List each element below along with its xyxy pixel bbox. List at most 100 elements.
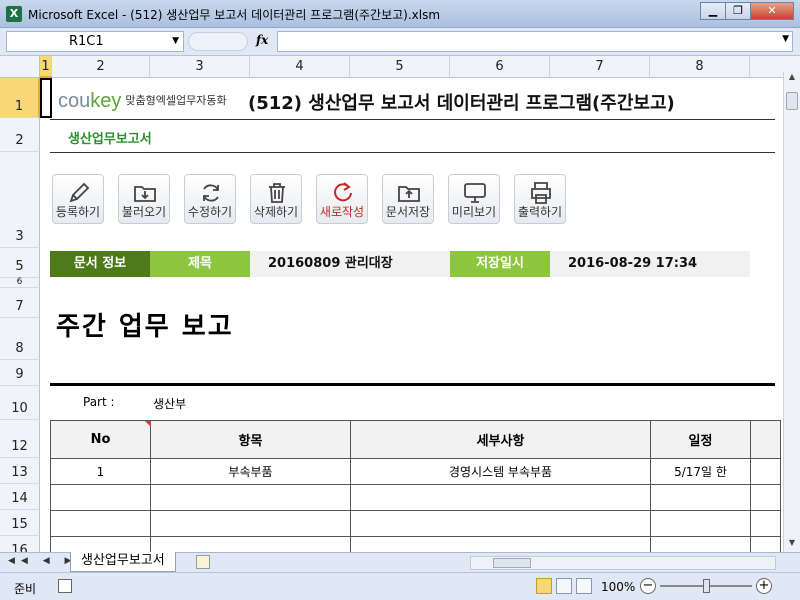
register-button[interactable]: 등록하기 bbox=[52, 174, 104, 224]
cell-no[interactable] bbox=[50, 510, 151, 537]
part-value[interactable]: 생산부 bbox=[153, 395, 186, 412]
delete-button[interactable]: 삭제하기 bbox=[250, 174, 302, 224]
cell-no[interactable] bbox=[50, 536, 151, 552]
close-button[interactable]: ✕ bbox=[750, 2, 794, 20]
page-layout-view-button[interactable] bbox=[556, 578, 572, 594]
row-header[interactable]: 15 bbox=[0, 510, 40, 536]
column-header[interactable]: 4 bbox=[250, 56, 350, 78]
header-item[interactable]: 항목 bbox=[150, 420, 351, 459]
chevron-down-icon[interactable]: ▼ bbox=[172, 32, 179, 51]
cell-no[interactable]: 1 bbox=[50, 458, 151, 485]
maximize-button[interactable]: ❐ bbox=[725, 2, 751, 20]
new-document-label: 새로작성 bbox=[319, 205, 365, 219]
row-header[interactable]: 6 bbox=[0, 277, 40, 288]
saved-at-value[interactable]: 2016-08-29 17:34 bbox=[568, 251, 748, 277]
sheet-tab-active[interactable]: 생산업무보고서 bbox=[70, 552, 176, 572]
print-button[interactable]: 출력하기 bbox=[514, 174, 566, 224]
row-header[interactable]: 7 bbox=[0, 288, 40, 318]
column-header[interactable]: 5 bbox=[350, 56, 450, 78]
macro-toolbar: 등록하기 불러오기 수정하기 삭제하기 새로작성 문서저장 미리보기 출력하기 bbox=[52, 174, 580, 224]
divider bbox=[50, 152, 775, 153]
preview-button[interactable]: 미리보기 bbox=[448, 174, 500, 224]
cell-extra[interactable] bbox=[750, 484, 781, 511]
worksheet-grid[interactable]: 1 2 3 4 5 6 7 8 1 2 3 5 6 7 8 9 10 12 13… bbox=[0, 56, 800, 552]
cell-item[interactable]: 부속부품 bbox=[150, 458, 351, 485]
cell-no[interactable] bbox=[50, 484, 151, 511]
doc-title-value[interactable]: 20160809 관리대장 bbox=[268, 251, 448, 277]
column-header[interactable]: 6 bbox=[450, 56, 550, 78]
cell-schedule[interactable] bbox=[650, 510, 751, 537]
cell-extra[interactable] bbox=[750, 536, 781, 552]
horizontal-scrollbar[interactable] bbox=[470, 556, 776, 570]
row-header[interactable]: 10 bbox=[0, 386, 40, 420]
doc-title-label: 제목 bbox=[150, 251, 250, 277]
insert-sheet-icon[interactable] bbox=[196, 555, 210, 569]
row-header[interactable]: 12 bbox=[0, 420, 40, 458]
zoom-out-button[interactable]: − bbox=[640, 578, 656, 594]
page-break-view-button[interactable] bbox=[576, 578, 592, 594]
new-document-button[interactable]: 새로작성 bbox=[316, 174, 368, 224]
report-heading: 주간 업무 보고 bbox=[56, 312, 234, 342]
cell-schedule[interactable] bbox=[650, 536, 751, 552]
cell-item[interactable] bbox=[150, 536, 351, 552]
preview-label: 미리보기 bbox=[451, 205, 497, 219]
cell-details[interactable]: 경영시스템 부속부품 bbox=[350, 458, 651, 485]
zoom-in-button[interactable]: + bbox=[756, 578, 772, 594]
scroll-up-icon[interactable]: ▲ bbox=[784, 72, 800, 86]
name-box[interactable]: R1C1 ▼ bbox=[6, 31, 184, 52]
column-header[interactable]: 2 bbox=[52, 56, 150, 78]
macro-record-icon[interactable] bbox=[58, 579, 72, 593]
row-header[interactable]: 3 bbox=[0, 152, 40, 248]
row-header[interactable]: 8 bbox=[0, 318, 40, 360]
cell-item[interactable] bbox=[150, 510, 351, 537]
comment-indicator bbox=[145, 421, 151, 427]
minimize-button[interactable]: ▁ bbox=[700, 2, 726, 20]
row-header[interactable]: 9 bbox=[0, 360, 40, 386]
row-header[interactable]: 14 bbox=[0, 484, 40, 510]
expand-formula-icon[interactable]: ▼ bbox=[782, 34, 789, 44]
logo-text-key: key bbox=[90, 90, 122, 112]
cell-schedule[interactable] bbox=[650, 484, 751, 511]
row-header[interactable]: 16 bbox=[0, 536, 40, 552]
load-button[interactable]: 불러오기 bbox=[118, 174, 170, 224]
column-header[interactable]: 7 bbox=[550, 56, 650, 78]
table-header-row: No 항목 세부사항 일정 bbox=[50, 420, 781, 459]
cell-item[interactable] bbox=[150, 484, 351, 511]
row-header[interactable]: 13 bbox=[0, 458, 40, 484]
scroll-thumb[interactable] bbox=[493, 558, 531, 568]
cell-details[interactable] bbox=[350, 510, 651, 537]
cell-extra[interactable] bbox=[750, 458, 781, 485]
program-title: (512) 생산업무 보고서 데이터관리 프로그램(주간보고) bbox=[248, 93, 675, 114]
header-details[interactable]: 세부사항 bbox=[350, 420, 651, 459]
row-header[interactable]: 1 bbox=[0, 78, 40, 118]
title-bar: X Microsoft Excel - (512) 생산업무 보고서 데이터관리… bbox=[0, 0, 800, 28]
excel-app-icon[interactable]: X bbox=[6, 6, 22, 22]
cell-details[interactable] bbox=[350, 536, 651, 552]
header-schedule[interactable]: 일정 bbox=[650, 420, 751, 459]
select-all-corner[interactable] bbox=[0, 56, 40, 78]
zoom-level[interactable]: 100% bbox=[601, 580, 635, 594]
column-header[interactable]: 8 bbox=[650, 56, 750, 78]
normal-view-button[interactable] bbox=[536, 578, 552, 594]
print-label: 출력하기 bbox=[517, 205, 563, 219]
cell-schedule[interactable]: 5/17일 한 bbox=[650, 458, 751, 485]
row-header[interactable]: 5 bbox=[0, 248, 40, 278]
scroll-down-icon[interactable]: ▼ bbox=[784, 538, 800, 552]
cell-extra[interactable] bbox=[750, 510, 781, 537]
insert-function-icon[interactable]: fx bbox=[256, 33, 268, 47]
save-document-button[interactable]: 문서저장 bbox=[382, 174, 434, 224]
formula-input[interactable]: ▼ bbox=[277, 31, 793, 52]
header-extra[interactable] bbox=[750, 420, 781, 459]
row-header[interactable]: 2 bbox=[0, 118, 40, 152]
header-no[interactable]: No bbox=[50, 420, 151, 459]
column-header[interactable]: 3 bbox=[150, 56, 250, 78]
active-cell-cursor bbox=[40, 78, 52, 118]
column-header[interactable]: 1 bbox=[40, 56, 52, 78]
vertical-scrollbar[interactable]: ▲ ▼ bbox=[783, 72, 800, 552]
save-document-label: 문서저장 bbox=[385, 205, 431, 219]
edit-button[interactable]: 수정하기 bbox=[184, 174, 236, 224]
cell-details[interactable] bbox=[350, 484, 651, 511]
scroll-thumb[interactable] bbox=[786, 92, 798, 110]
coukey-logo: coukey 맞춤형엑셀업무자동화 bbox=[58, 90, 227, 113]
zoom-slider-thumb[interactable] bbox=[703, 579, 710, 593]
